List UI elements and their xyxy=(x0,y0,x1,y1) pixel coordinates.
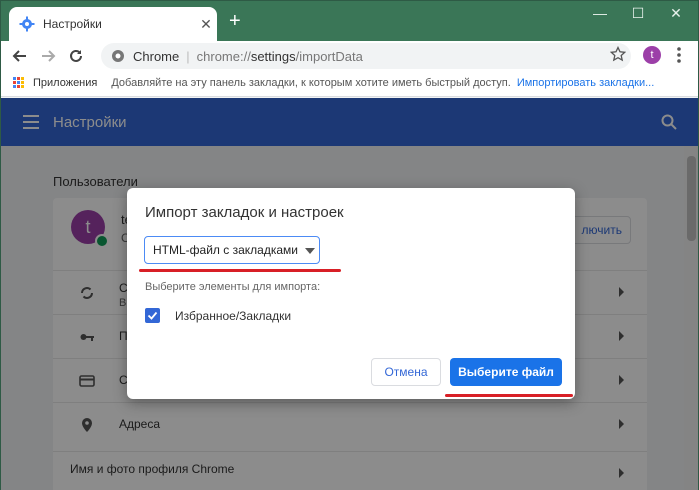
bookmarks-bar: Приложения Добавляйте на эту панель закл… xyxy=(1,69,698,97)
dropdown-arrow-icon xyxy=(305,248,315,254)
choose-file-button[interactable]: Выберите файл xyxy=(450,358,562,386)
reload-button[interactable] xyxy=(65,45,87,67)
address-bar[interactable]: Chrome | chrome:// settings /importData xyxy=(101,43,631,69)
annotation-underline xyxy=(445,394,573,397)
profile-avatar-button[interactable]: t xyxy=(643,46,661,64)
bookmark-star-icon[interactable] xyxy=(610,46,626,62)
import-bookmarks-link[interactable]: Импортировать закладки... xyxy=(517,77,654,89)
favorites-checkbox[interactable] xyxy=(145,308,160,323)
title-bar: Настройки ✕ + — ☐ ✕ xyxy=(1,1,698,41)
back-button[interactable] xyxy=(9,45,31,67)
url-separator: | xyxy=(186,48,190,64)
browser-toolbar: Chrome | chrome:// settings /importData … xyxy=(1,41,698,69)
tab-title: Настройки xyxy=(43,17,102,31)
arrow-right-icon xyxy=(42,50,56,62)
gear-icon xyxy=(19,16,35,32)
bookmarks-hint: Добавляйте на эту панель закладки, к кот… xyxy=(111,76,511,89)
maximize-button[interactable]: ☐ xyxy=(623,5,653,22)
browser-window: Настройки ✕ + — ☐ ✕ Chrome | chrome:// s… xyxy=(0,0,699,490)
close-window-button[interactable]: ✕ xyxy=(661,5,691,22)
forward-button[interactable] xyxy=(37,45,59,67)
chrome-icon xyxy=(112,50,124,62)
reload-icon xyxy=(70,49,82,62)
url-scheme: chrome:// xyxy=(196,48,251,64)
site-chip: Chrome xyxy=(133,48,180,64)
more-vert-icon[interactable] xyxy=(675,45,683,65)
minimize-button[interactable]: — xyxy=(585,5,615,21)
apps-link[interactable]: Приложения xyxy=(33,77,97,89)
tab-close-icon[interactable]: ✕ xyxy=(195,16,217,33)
url-host: settings xyxy=(250,48,296,64)
favorites-checkbox-label[interactable]: Избранное/Закладки xyxy=(175,309,291,323)
url-path: /importData xyxy=(295,48,363,64)
annotation-underline xyxy=(139,269,341,272)
cancel-button[interactable]: Отмена xyxy=(371,358,441,386)
tab-settings[interactable]: Настройки ✕ xyxy=(9,7,217,41)
dialog-title: Импорт закладок и настроек xyxy=(145,204,344,221)
apps-grid-icon xyxy=(13,76,25,89)
checkmark-icon xyxy=(147,311,158,320)
select-value: HTML-файл с закладками xyxy=(153,243,298,257)
arrow-left-icon xyxy=(12,50,26,62)
import-source-select[interactable]: HTML-файл с закладками xyxy=(144,236,320,264)
import-hint: Выберите элементы для импорта: xyxy=(145,281,321,293)
new-tab-button[interactable]: + xyxy=(229,11,241,31)
import-dialog: Импорт закладок и настроек HTML-файл с з… xyxy=(127,188,575,399)
